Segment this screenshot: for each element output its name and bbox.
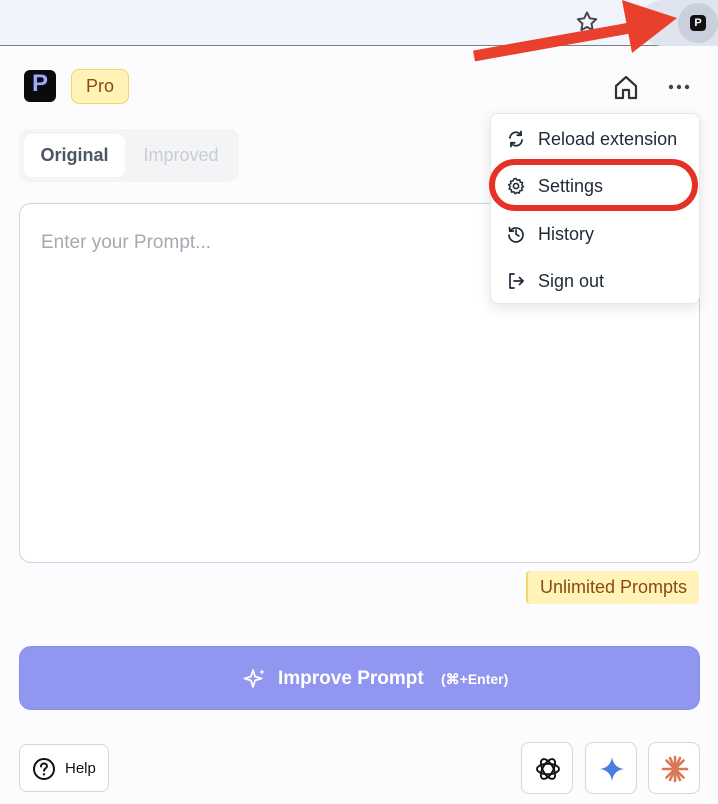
home-icon[interactable]: [612, 74, 640, 100]
menu-item-sign-out[interactable]: Sign out: [491, 261, 699, 301]
prompt-tabs: Original Improved: [19, 129, 239, 182]
app-logo: P: [24, 70, 56, 102]
tab-original[interactable]: Original: [24, 134, 125, 177]
help-button[interactable]: Help: [19, 744, 109, 792]
extension-button[interactable]: P: [678, 3, 718, 43]
gemini-button[interactable]: [585, 742, 637, 794]
menu-item-label: History: [538, 224, 595, 244]
sign-out-icon: [509, 273, 524, 289]
more-options-icon[interactable]: [666, 80, 692, 94]
sparkle-icon: [243, 669, 265, 688]
chatgpt-button[interactable]: [521, 742, 573, 794]
extension-logo-icon: P: [690, 15, 706, 31]
menu-item-reload-extension[interactable]: Reload extension: [491, 119, 699, 159]
claude-icon: [661, 755, 689, 783]
menu-item-label: Settings: [538, 176, 604, 196]
claude-button[interactable]: [648, 742, 700, 794]
tab-improved[interactable]: Improved: [131, 134, 231, 177]
help-icon: [33, 758, 55, 780]
options-menu: Reload extension Settings History Sign o…: [490, 113, 700, 304]
keyboard-shortcut: (⌘+Enter): [441, 671, 509, 687]
menu-item-history[interactable]: History: [491, 214, 699, 254]
pro-badge: Pro: [71, 69, 129, 104]
help-label: Help: [65, 760, 96, 777]
browser-toolbar: P: [0, 0, 718, 46]
improve-prompt-label: Improve Prompt: [278, 668, 424, 689]
prompt-placeholder: Enter your Prompt...: [41, 232, 212, 253]
chatgpt-icon: [536, 758, 560, 780]
improve-prompt-button[interactable]: Improve Prompt (⌘+Enter): [19, 646, 700, 710]
gear-icon: [508, 177, 525, 195]
history-icon: [508, 226, 524, 243]
unlimited-prompts-badge: Unlimited Prompts: [526, 571, 699, 604]
gemini-icon: [600, 757, 624, 781]
bookmark-star-icon[interactable]: [574, 9, 600, 35]
reload-icon: [509, 130, 523, 148]
menu-item-label: Sign out: [538, 271, 605, 291]
menu-item-settings[interactable]: Settings: [491, 166, 699, 206]
menu-item-label: Reload extension: [538, 129, 678, 149]
